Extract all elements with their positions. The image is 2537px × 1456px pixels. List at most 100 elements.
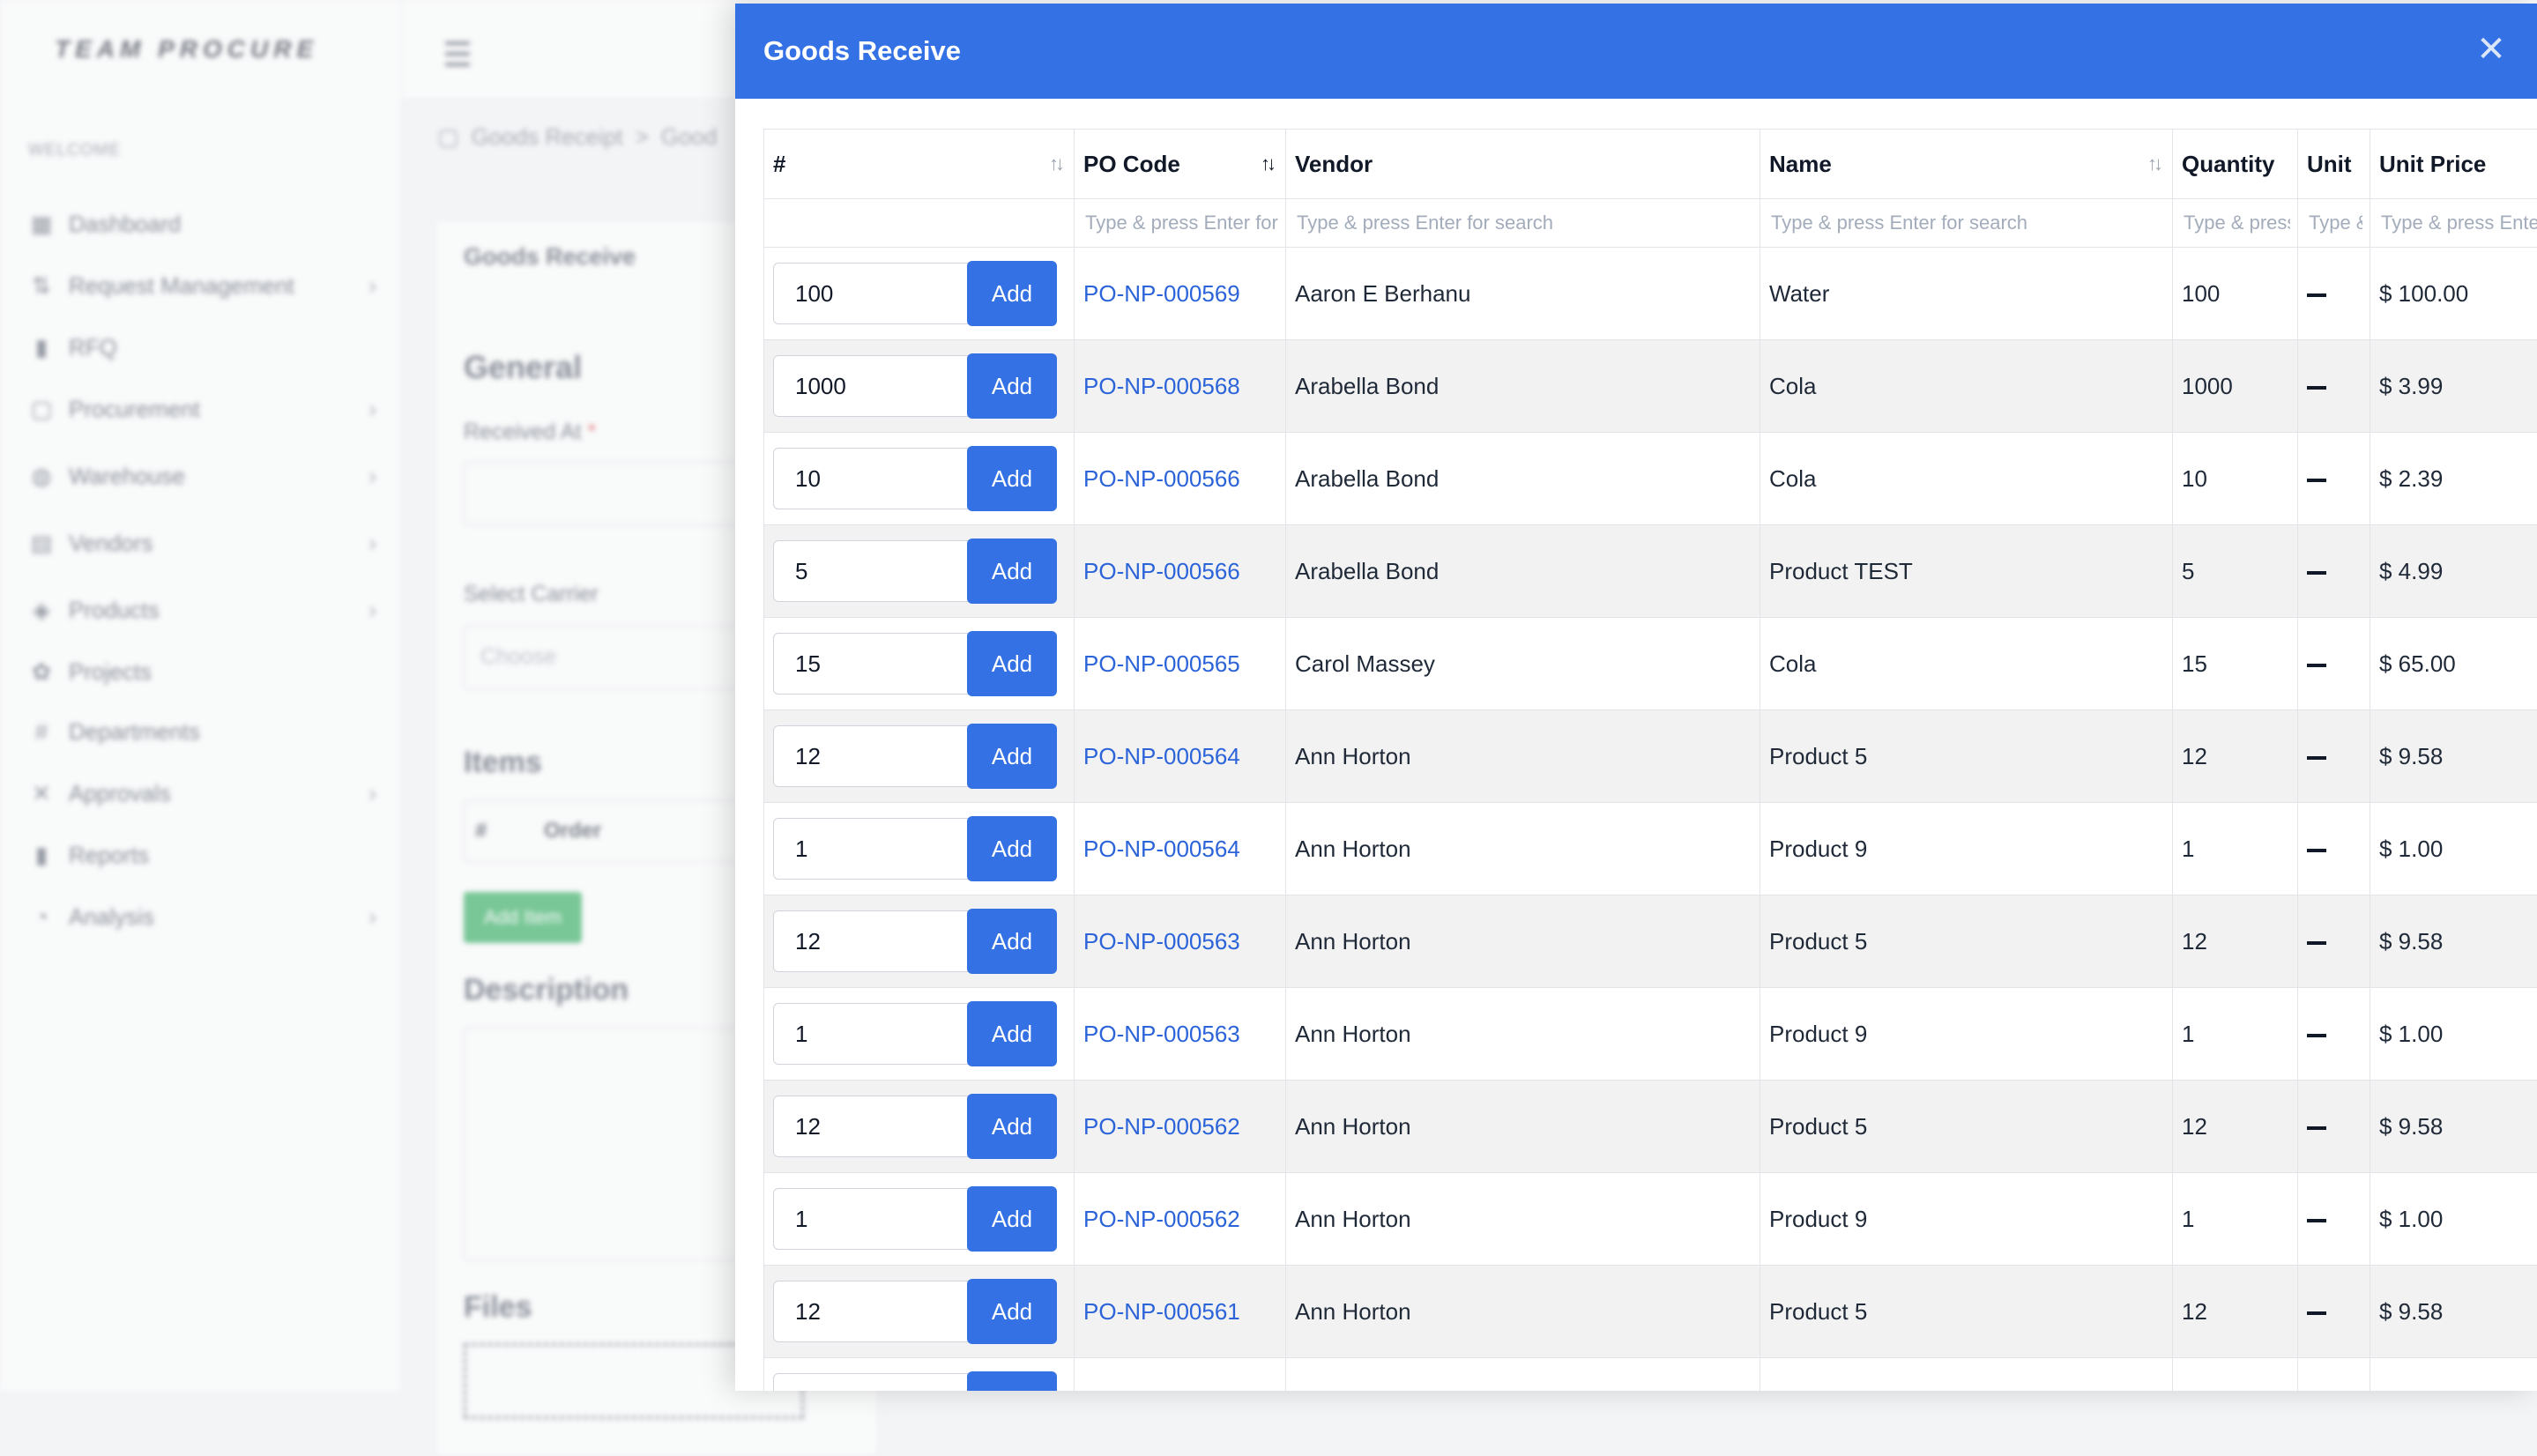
sidebar-item-products[interactable]: ◈Products› bbox=[28, 592, 376, 628]
receive-quantity-input[interactable] bbox=[773, 818, 969, 880]
quantity-cell: 1 bbox=[2173, 1173, 2298, 1266]
receive-quantity-input[interactable] bbox=[773, 1281, 969, 1342]
po-code-link[interactable]: PO-NP-000563 bbox=[1083, 928, 1240, 955]
receive-quantity-input[interactable] bbox=[773, 910, 969, 972]
column-header-vendor[interactable]: Vendor bbox=[1286, 130, 1760, 199]
sidebar-item-label: Products bbox=[69, 597, 160, 624]
quantity-cell: 100 bbox=[2173, 248, 2298, 340]
add-button[interactable]: Add bbox=[967, 816, 1057, 881]
receive-quantity-input[interactable] bbox=[773, 633, 969, 695]
chevron-right-icon[interactable]: › bbox=[368, 530, 376, 557]
add-button[interactable]: Add bbox=[967, 261, 1057, 326]
column-label-vendor: Vendor bbox=[1295, 151, 1373, 177]
goods-receive-modal: Goods Receive ✕ #↑↓ PO Code↑↓ Vendor Nam… bbox=[735, 4, 2537, 1391]
column-header-unit[interactable]: Unit bbox=[2298, 130, 2370, 199]
receive-quantity-input[interactable] bbox=[773, 448, 969, 509]
add-button[interactable]: Add bbox=[967, 446, 1057, 511]
add-button[interactable]: Add bbox=[967, 1186, 1057, 1252]
add-item-button[interactable]: Add Item bbox=[464, 892, 582, 943]
hamburger-menu-icon[interactable]: ☰ bbox=[443, 35, 472, 75]
po-code-link[interactable]: PO-NP-000563 bbox=[1083, 1021, 1240, 1047]
unit-price-filter-input[interactable] bbox=[2379, 211, 2537, 235]
po-code-link[interactable]: PO-NP-000569 bbox=[1083, 280, 1240, 307]
filter-cell-quantity bbox=[2173, 199, 2298, 248]
sort-asc-icon[interactable]: ↑↓ bbox=[1261, 152, 1273, 175]
close-icon[interactable]: ✕ bbox=[2468, 26, 2514, 72]
unit-price-cell bbox=[2370, 1358, 2537, 1392]
receive-quantity-input[interactable] bbox=[773, 540, 969, 602]
projects-icon: ✿ bbox=[28, 658, 55, 685]
receive-quantity-input[interactable] bbox=[773, 1188, 969, 1250]
column-header-hash[interactable]: #↑↓ bbox=[764, 130, 1075, 199]
vendor-cell: Ann Horton bbox=[1286, 803, 1760, 895]
po-code-filter-input[interactable] bbox=[1083, 211, 1280, 235]
vendor-filter-input[interactable] bbox=[1295, 211, 1754, 235]
po-code-link[interactable]: PO-NP-000564 bbox=[1083, 743, 1240, 769]
sidebar-item-departments[interactable]: #Departments bbox=[28, 714, 376, 749]
sidebar-item-analysis[interactable]: ◔Analysis› bbox=[28, 899, 376, 934]
quantity-filter-input[interactable] bbox=[2182, 211, 2292, 235]
sidebar-item-warehouse[interactable]: ◍Warehouse› bbox=[28, 458, 376, 494]
add-button[interactable]: Add bbox=[967, 1094, 1057, 1159]
table-body: AddPO-NP-000569Aaron E BerhanuWater100$ … bbox=[764, 248, 2537, 1392]
po-code-link[interactable]: PO-NP-000566 bbox=[1083, 465, 1240, 492]
sidebar-item-approvals[interactable]: ✕Approvals› bbox=[28, 776, 376, 811]
quantity-cell: 1000 bbox=[2173, 340, 2298, 433]
receive-quantity-input[interactable] bbox=[773, 1373, 969, 1391]
add-button[interactable]: Add bbox=[967, 724, 1057, 789]
name-filter-input[interactable] bbox=[1769, 211, 2167, 235]
po-code-link[interactable]: PO-NP-000564 bbox=[1083, 836, 1240, 862]
column-header-po-code[interactable]: PO Code↑↓ bbox=[1075, 130, 1286, 199]
sidebar: TEAM PROCURE WELCOME ▦Dashboard⇅Request … bbox=[0, 0, 402, 1391]
add-button[interactable]: Add bbox=[967, 1279, 1057, 1344]
add-button[interactable]: Add bbox=[967, 909, 1057, 974]
chevron-right-icon[interactable]: › bbox=[368, 597, 376, 624]
receive-quantity-input[interactable] bbox=[773, 1096, 969, 1157]
sidebar-item-procurement[interactable]: ▢Procurement› bbox=[28, 391, 376, 427]
sidebar-item-request-management[interactable]: ⇅Request Management› bbox=[28, 268, 376, 303]
sidebar-item-projects[interactable]: ✿Projects bbox=[28, 654, 376, 689]
receive-quantity-input[interactable] bbox=[773, 725, 969, 787]
chevron-right-icon[interactable]: › bbox=[368, 780, 376, 807]
sidebar-item-reports[interactable]: ▮Reports bbox=[28, 837, 376, 873]
unit-filter-input[interactable] bbox=[2307, 211, 2364, 235]
chevron-right-icon[interactable]: › bbox=[368, 396, 376, 423]
add-button[interactable]: Add bbox=[967, 631, 1057, 696]
sidebar-item-rfq[interactable]: ▮RFQ bbox=[28, 330, 376, 365]
add-button[interactable]: Add bbox=[967, 1001, 1057, 1066]
chevron-right-icon[interactable]: › bbox=[368, 272, 376, 300]
sidebar-item-vendors[interactable]: ▤Vendors› bbox=[28, 525, 376, 561]
receive-quantity-input[interactable] bbox=[773, 355, 969, 417]
name-cell: Product 5 bbox=[1760, 1081, 2173, 1173]
sort-icon[interactable]: ↑↓ bbox=[2147, 152, 2160, 175]
vendor-cell: Arabella Bond bbox=[1286, 525, 1760, 618]
receive-quantity-input[interactable] bbox=[773, 263, 969, 324]
unit-cell bbox=[2298, 710, 2370, 803]
table-row: AddPO-NP-000568Arabella BondCola1000$ 3.… bbox=[764, 340, 2537, 433]
add-button[interactable]: Add bbox=[967, 353, 1057, 419]
po-code-link[interactable]: PO-NP-000565 bbox=[1083, 650, 1240, 677]
column-header-quantity[interactable]: Quantity bbox=[2173, 130, 2298, 199]
column-header-name[interactable]: Name↑↓ bbox=[1760, 130, 2173, 199]
name-cell: Product 5 bbox=[1760, 895, 2173, 988]
chevron-right-icon[interactable]: › bbox=[368, 903, 376, 931]
add-button[interactable] bbox=[967, 1371, 1057, 1391]
table-row: AddPO-NP-000564Ann HortonProduct 91$ 1.0… bbox=[764, 803, 2537, 895]
po-code-link[interactable]: PO-NP-000562 bbox=[1083, 1113, 1240, 1140]
quantity-cell: 12 bbox=[2173, 710, 2298, 803]
column-header-unit-price[interactable]: Unit Price bbox=[2370, 130, 2537, 199]
breadcrumb-item-goods-receipt[interactable]: Goods Receipt bbox=[472, 123, 623, 151]
po-code-link[interactable]: PO-NP-000561 bbox=[1083, 1298, 1240, 1325]
po-code-link[interactable]: PO-NP-000566 bbox=[1083, 558, 1240, 584]
chevron-right-icon[interactable]: › bbox=[368, 463, 376, 490]
qty-cell: Add bbox=[764, 803, 1075, 895]
quantity-cell: 12 bbox=[2173, 1081, 2298, 1173]
receive-quantity-input[interactable] bbox=[773, 1003, 969, 1065]
sidebar-item-dashboard[interactable]: ▦Dashboard bbox=[28, 206, 376, 241]
sort-icon[interactable]: ↑↓ bbox=[1049, 152, 1061, 175]
add-button[interactable]: Add bbox=[967, 539, 1057, 604]
qty-group: Add bbox=[773, 353, 1065, 419]
po-code-link[interactable]: PO-NP-000562 bbox=[1083, 1206, 1240, 1232]
empty-unit-dash bbox=[2307, 849, 2326, 852]
po-code-link[interactable]: PO-NP-000568 bbox=[1083, 373, 1240, 399]
